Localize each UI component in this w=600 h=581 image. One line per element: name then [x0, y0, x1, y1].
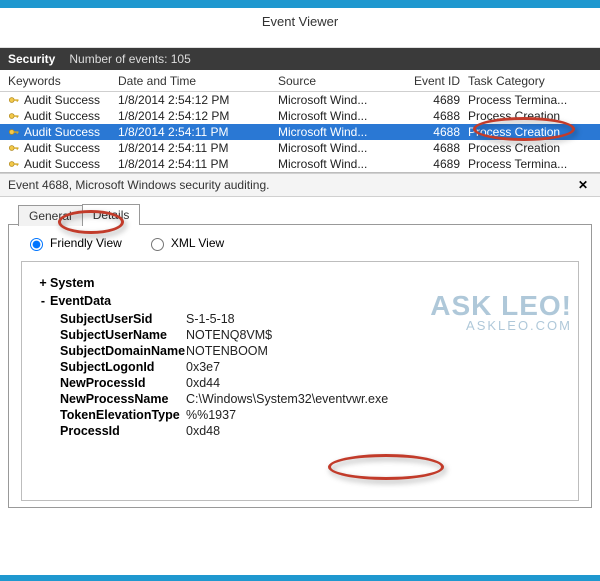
key-icon: [8, 142, 20, 154]
field-label: SubjectUserName: [36, 328, 186, 342]
eventdata-field: SubjectLogonId0x3e7: [36, 360, 566, 374]
top-accent: [0, 0, 600, 8]
expand-icon[interactable]: +: [36, 276, 50, 290]
friendly-view-box: + System - EventData SubjectUserSidS-1-5…: [21, 261, 579, 501]
eventdata-label: EventData: [50, 294, 111, 308]
field-label: NewProcessName: [36, 392, 186, 406]
log-info-bar: Security Number of events: 105: [0, 48, 600, 70]
table-row[interactable]: Audit Success1/8/2014 2:54:11 PMMicrosof…: [0, 156, 600, 172]
field-value: NOTENBOOM: [186, 344, 268, 358]
tab-details[interactable]: Details: [82, 204, 141, 225]
field-value: 0xd44: [186, 376, 220, 390]
cell-event-id: 4689: [398, 93, 468, 107]
cell-keywords: Audit Success: [8, 125, 118, 139]
radio-xml-view[interactable]: XML View: [146, 235, 224, 251]
table-row[interactable]: Audit Success1/8/2014 2:54:12 PMMicrosof…: [0, 92, 600, 108]
radio-friendly-label: Friendly View: [50, 236, 122, 250]
eventdata-section[interactable]: - EventData: [36, 294, 566, 308]
log-name: Security: [8, 52, 55, 66]
tab-body: Friendly View XML View + System - EventD…: [8, 224, 592, 508]
bottom-accent: [0, 575, 600, 581]
col-event-id[interactable]: Event ID: [398, 74, 468, 88]
radio-xml-input[interactable]: [151, 238, 164, 251]
cell-datetime: 1/8/2014 2:54:12 PM: [118, 93, 278, 107]
cell-task-category: Process Termina...: [468, 93, 588, 107]
column-headers[interactable]: Keywords Date and Time Source Event ID T…: [0, 70, 600, 92]
key-icon: [8, 110, 20, 122]
cell-task-category: Process Creation: [468, 141, 588, 155]
cell-event-id: 4688: [398, 109, 468, 123]
field-label: SubjectLogonId: [36, 360, 186, 374]
cell-event-id: 4688: [398, 141, 468, 155]
key-icon: [8, 126, 20, 138]
eventdata-field: NewProcessNameC:\Windows\System32\eventv…: [36, 392, 566, 406]
field-value: 0x3e7: [186, 360, 220, 374]
field-value: 0xd48: [186, 424, 220, 438]
cell-source: Microsoft Wind...: [278, 125, 398, 139]
cell-keywords: Audit Success: [8, 109, 118, 123]
eventdata-field: TokenElevationType%%1937: [36, 408, 566, 422]
field-label: NewProcessId: [36, 376, 186, 390]
radio-xml-label: XML View: [171, 236, 224, 250]
system-section[interactable]: + System: [36, 276, 566, 290]
collapse-icon[interactable]: -: [36, 294, 50, 308]
close-icon[interactable]: ✕: [574, 178, 592, 192]
cell-datetime: 1/8/2014 2:54:12 PM: [118, 109, 278, 123]
radio-friendly-view[interactable]: Friendly View: [25, 235, 122, 251]
view-mode-radios: Friendly View XML View: [25, 235, 579, 251]
table-row[interactable]: Audit Success1/8/2014 2:54:12 PMMicrosof…: [0, 108, 600, 124]
cell-task-category: Process Creation: [468, 109, 588, 123]
cell-event-id: 4688: [398, 125, 468, 139]
eventdata-field: SubjectUserSidS-1-5-18: [36, 312, 566, 326]
col-datetime[interactable]: Date and Time: [118, 74, 278, 88]
key-icon: [8, 94, 20, 106]
cell-source: Microsoft Wind...: [278, 157, 398, 171]
window-title: Event Viewer: [0, 8, 600, 48]
cell-keywords: Audit Success: [8, 157, 118, 171]
cell-datetime: 1/8/2014 2:54:11 PM: [118, 157, 278, 171]
cell-source: Microsoft Wind...: [278, 93, 398, 107]
cell-task-category: Process Creation: [468, 125, 588, 139]
field-value: %%1937: [186, 408, 236, 422]
tab-general[interactable]: General: [18, 205, 83, 226]
field-label: SubjectDomainName: [36, 344, 186, 358]
eventdata-field: SubjectUserNameNOTENQ8VM$: [36, 328, 566, 342]
table-row[interactable]: Audit Success1/8/2014 2:54:11 PMMicrosof…: [0, 140, 600, 156]
eventdata-field: SubjectDomainNameNOTENBOOM: [36, 344, 566, 358]
cell-event-id: 4689: [398, 157, 468, 171]
detail-tabs: General Details: [18, 203, 592, 224]
field-value: C:\Windows\System32\eventvwr.exe: [186, 392, 388, 406]
cell-task-category: Process Termina...: [468, 157, 588, 171]
cell-source: Microsoft Wind...: [278, 141, 398, 155]
field-value: NOTENQ8VM$: [186, 328, 272, 342]
system-label: System: [50, 276, 94, 290]
col-keywords[interactable]: Keywords: [8, 74, 118, 88]
detail-header-text: Event 4688, Microsoft Windows security a…: [8, 178, 269, 192]
cell-source: Microsoft Wind...: [278, 109, 398, 123]
field-label: SubjectUserSid: [36, 312, 186, 326]
field-value: S-1-5-18: [186, 312, 235, 326]
col-source[interactable]: Source: [278, 74, 398, 88]
table-row[interactable]: Audit Success1/8/2014 2:54:11 PMMicrosof…: [0, 124, 600, 140]
eventdata-field: NewProcessId0xd44: [36, 376, 566, 390]
cell-datetime: 1/8/2014 2:54:11 PM: [118, 125, 278, 139]
detail-header-bar: Event 4688, Microsoft Windows security a…: [0, 173, 600, 197]
radio-friendly-input[interactable]: [30, 238, 43, 251]
col-task-category[interactable]: Task Category: [468, 74, 588, 88]
cell-datetime: 1/8/2014 2:54:11 PM: [118, 141, 278, 155]
event-list: Keywords Date and Time Source Event ID T…: [0, 70, 600, 173]
field-label: TokenElevationType: [36, 408, 186, 422]
eventdata-field: ProcessId0xd48: [36, 424, 566, 438]
cell-keywords: Audit Success: [8, 141, 118, 155]
event-count: Number of events: 105: [69, 52, 190, 66]
key-icon: [8, 158, 20, 170]
field-label: ProcessId: [36, 424, 186, 438]
cell-keywords: Audit Success: [8, 93, 118, 107]
